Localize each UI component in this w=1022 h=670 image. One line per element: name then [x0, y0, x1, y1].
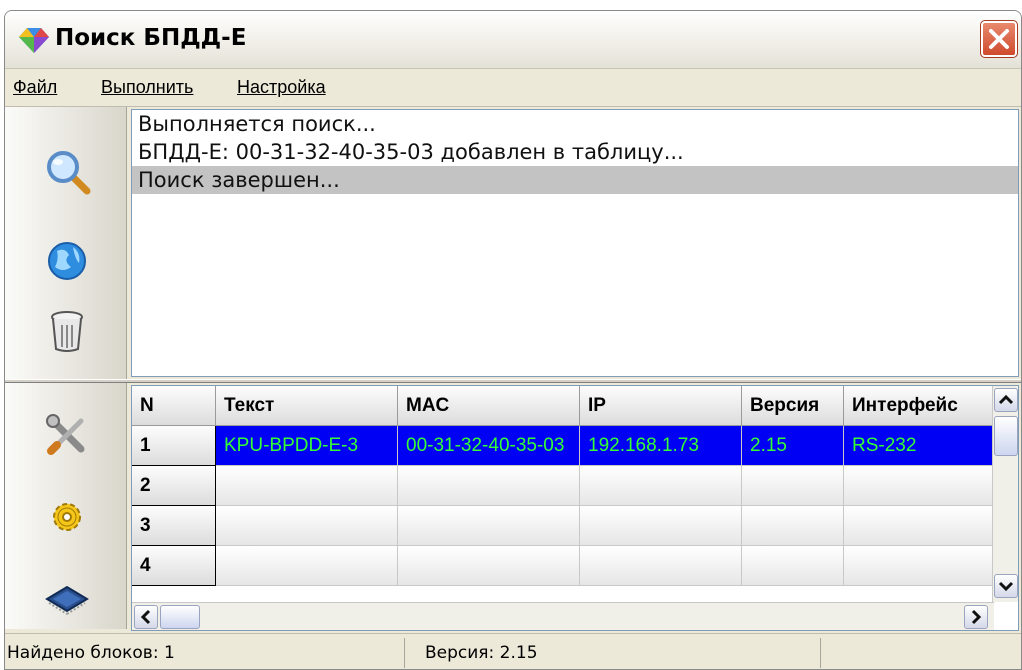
scroll-left-button[interactable]: [134, 605, 158, 629]
table-cell-selected[interactable]: 2.15: [742, 426, 844, 466]
app-diamond-icon: [19, 28, 49, 53]
status-version: Версия: 2.15: [421, 638, 821, 668]
table-cell[interactable]: [580, 466, 742, 506]
menu-file[interactable]: Файл: [13, 77, 57, 98]
chevron-right-icon: [971, 609, 982, 625]
main-window: Поиск БПДД-Е Файл Выполнить Настройка Вы…: [4, 10, 1022, 670]
close-button[interactable]: [980, 20, 1018, 58]
title-bar[interactable]: Поиск БПДД-Е: [5, 11, 1021, 69]
table-cell[interactable]: [216, 546, 398, 586]
settings-gear-icon[interactable]: [43, 493, 91, 541]
chevron-up-icon: [998, 394, 1014, 405]
column-header-interface[interactable]: Интерфейс: [844, 386, 994, 426]
scroll-up-button[interactable]: [994, 388, 1018, 412]
menu-settings[interactable]: Настройка: [237, 77, 326, 98]
scroll-down-button[interactable]: [994, 574, 1018, 598]
vertical-scroll-thumb[interactable]: [994, 416, 1018, 456]
table-cell-selected[interactable]: 192.168.1.73: [580, 426, 742, 466]
device-toolbar: [5, 383, 127, 629]
chip-icon[interactable]: [43, 575, 91, 623]
log-line-selected: Поиск завершен...: [132, 166, 1018, 194]
menu-execute[interactable]: Выполнить: [101, 77, 193, 98]
table-cell[interactable]: [398, 466, 580, 506]
status-found-count: Найдено блоков: 1: [5, 638, 405, 668]
table-cell[interactable]: [580, 506, 742, 546]
table-cell[interactable]: [216, 506, 398, 546]
column-header-ip[interactable]: IP: [580, 386, 742, 426]
search-toolbar: [5, 107, 127, 379]
row-number[interactable]: 3: [132, 506, 216, 546]
table-cell[interactable]: [844, 466, 994, 506]
column-header-text[interactable]: Текст: [216, 386, 398, 426]
row-number[interactable]: 1: [132, 426, 216, 466]
tools-icon[interactable]: [43, 411, 91, 459]
column-header-n[interactable]: N: [132, 386, 216, 426]
trash-icon[interactable]: [43, 307, 91, 355]
status-empty-panel: [835, 638, 995, 668]
table-cell[interactable]: [398, 546, 580, 586]
log-line: Выполняется поиск...: [138, 112, 376, 136]
table-cell[interactable]: [580, 546, 742, 586]
table-cell[interactable]: [398, 506, 580, 546]
table-cell[interactable]: [742, 466, 844, 506]
column-header-version[interactable]: Версия: [742, 386, 844, 426]
scroll-right-button[interactable]: [964, 605, 988, 629]
table-cell[interactable]: [844, 506, 994, 546]
log-line: БПДД-Е: 00-31-32-40-35-03 добавлен в таб…: [138, 140, 684, 164]
status-bar: Найдено блоков: 1 Версия: 2.15: [5, 633, 1021, 669]
table-cell[interactable]: [742, 506, 844, 546]
chevron-left-icon: [140, 609, 151, 625]
search-log[interactable]: Выполняется поиск... БПДД-Е: 00-31-32-40…: [131, 109, 1019, 377]
panel-splitter[interactable]: [5, 379, 1021, 383]
search-icon[interactable]: [43, 147, 91, 195]
vertical-scrollbar[interactable]: [992, 386, 1018, 602]
table-cell-selected[interactable]: KPU-BPDD-E-3: [216, 426, 398, 466]
horizontal-scroll-thumb[interactable]: [160, 605, 200, 629]
window-title: Поиск БПДД-Е: [55, 25, 247, 51]
table-cell[interactable]: [216, 466, 398, 506]
row-number[interactable]: 2: [132, 466, 216, 506]
network-globe-icon[interactable]: [43, 237, 91, 285]
menu-bar: Файл Выполнить Настройка: [5, 69, 1021, 107]
table-cell[interactable]: [844, 546, 994, 586]
device-table[interactable]: N Текст MAC IP Версия Интерфейс 1 KPU-BP…: [131, 385, 1019, 631]
chevron-down-icon: [998, 581, 1014, 592]
row-number[interactable]: 4: [132, 546, 216, 586]
table-cell-selected[interactable]: 00-31-32-40-35-03: [398, 426, 580, 466]
close-icon: [989, 29, 1009, 49]
table-cell[interactable]: [742, 546, 844, 586]
column-header-mac[interactable]: MAC: [398, 386, 580, 426]
horizontal-scrollbar[interactable]: [132, 602, 994, 630]
table-cell-selected[interactable]: RS-232: [844, 426, 994, 466]
